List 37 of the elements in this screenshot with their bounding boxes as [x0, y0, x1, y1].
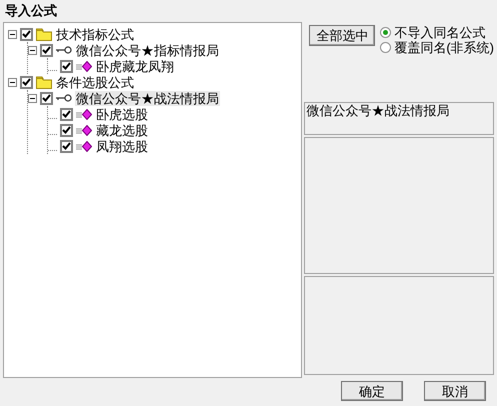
name-field[interactable]: 微信公众号★战法情报局: [304, 102, 494, 135]
key-icon: [56, 46, 72, 54]
expander-icon[interactable]: [8, 30, 17, 38]
radio-option[interactable]: 覆盖同名(非系统): [380, 40, 494, 55]
tree-item[interactable]: 卧虎选股: [95, 106, 149, 122]
key-icon: [56, 94, 72, 102]
tree-item[interactable]: 微信公众号★战法情报局: [75, 90, 220, 106]
checkbox[interactable]: [60, 108, 73, 120]
checkbox[interactable]: [20, 76, 33, 88]
gem-icon: [76, 124, 92, 136]
tree-item[interactable]: 条件选股公式: [55, 74, 135, 90]
radio-icon[interactable]: [380, 27, 392, 38]
window-title: 导入公式: [5, 2, 57, 20]
dialog-button[interactable]: 取消: [424, 381, 486, 401]
tree-item[interactable]: 微信公众号★指标情报局: [75, 42, 220, 58]
checkbox[interactable]: [60, 60, 73, 72]
radio-icon[interactable]: [380, 42, 392, 53]
checkbox[interactable]: [40, 92, 53, 104]
expander-icon[interactable]: [28, 46, 37, 54]
gem-icon: [76, 60, 92, 72]
expander-icon[interactable]: [8, 78, 17, 86]
checkbox[interactable]: [40, 44, 53, 56]
tree-item[interactable]: 藏龙选股: [95, 122, 149, 138]
gem-icon: [76, 108, 92, 120]
radio-option[interactable]: 不导入同名公式: [380, 25, 494, 40]
folder-icon: [36, 76, 52, 88]
folder-icon: [36, 28, 52, 40]
checkbox[interactable]: [60, 140, 73, 152]
gem-icon: [76, 140, 92, 152]
checkbox[interactable]: [60, 124, 73, 136]
tree-item[interactable]: 技术指标公式: [55, 26, 135, 42]
dialog-button[interactable]: 确定: [341, 381, 403, 401]
tree-item[interactable]: 卧虎藏龙凤翔: [95, 58, 175, 74]
checkbox[interactable]: [20, 28, 33, 40]
tree-item[interactable]: 凤翔选股: [95, 138, 149, 154]
select-all-button[interactable]: 全部选中: [309, 25, 376, 46]
expander-icon[interactable]: [28, 94, 37, 102]
